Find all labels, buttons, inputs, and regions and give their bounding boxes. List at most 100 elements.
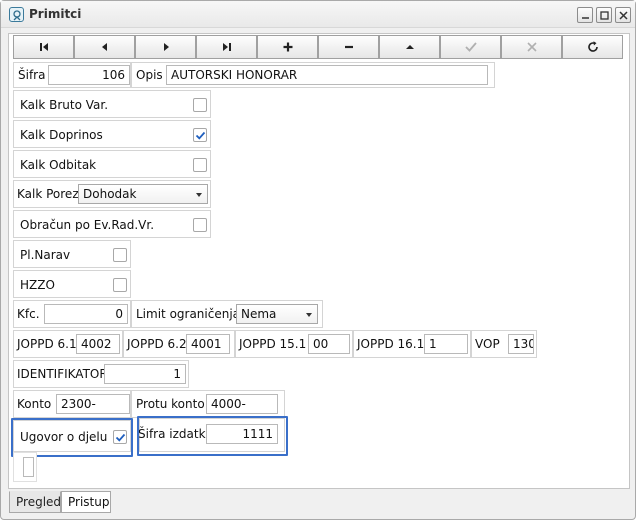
cancel-record-button[interactable] (501, 35, 562, 59)
empty-cell (13, 452, 37, 482)
hzzo-cell: HZZO (13, 270, 131, 298)
add-record-button[interactable] (257, 35, 318, 59)
minus-icon (344, 45, 353, 49)
joppd-61-label: JOPPD 6.1 (17, 337, 77, 351)
form-panel: Šifra 106 Opis AUTORSKI HONORAR Kalk Bru… (8, 33, 630, 489)
refresh-icon (587, 41, 598, 52)
sifra-izdatka-highlight (137, 416, 288, 456)
kalk-odbitak-cell: Kalk Odbitak (13, 150, 211, 178)
delete-record-button[interactable] (318, 35, 379, 59)
post-record-button[interactable] (440, 35, 501, 59)
konto-cell: Konto 2300- (13, 390, 131, 418)
empty-control[interactable] (23, 457, 34, 477)
joppd-161-cell: JOPPD 16.1 1 (353, 330, 471, 358)
protu-konto-label: Protu konto (136, 397, 205, 411)
joppd-62-label: JOPPD 6.2 (127, 337, 187, 351)
kalk-doprinos-cell: Kalk Doprinos (13, 120, 211, 148)
sifra-field[interactable]: 106 (48, 65, 130, 85)
kalk-odbitak-label: Kalk Odbitak (20, 158, 97, 172)
app-icon (9, 7, 24, 22)
kalk-porez-cell: Kalk Porez Dohodak (13, 180, 211, 208)
kfc-field[interactable]: 0 (44, 304, 128, 324)
sifra-cell: Šifra 106 (13, 62, 131, 88)
kalk-bruto-checkbox[interactable] (193, 98, 207, 112)
opis-cell: Opis AUTORSKI HONORAR (131, 62, 495, 88)
refresh-button[interactable] (562, 35, 623, 59)
obracun-label: Obračun po Ev.Rad.Vr. (20, 218, 155, 232)
minimize-icon (582, 17, 589, 19)
app-window: Primitci Šifra 106 Opis AUTORSKI HONORAR… (0, 0, 636, 520)
joppd-151-cell: JOPPD 15.1 00 (235, 330, 353, 358)
limit-value: Nema (241, 307, 277, 321)
joppd-61-field[interactable]: 4002 (76, 334, 120, 354)
pl-narav-checkbox[interactable] (113, 248, 127, 262)
edit-record-button[interactable] (379, 35, 440, 59)
joppd-62-cell: JOPPD 6.2 4001 (123, 330, 235, 358)
prev-record-button[interactable] (74, 35, 135, 59)
identifikator-field[interactable]: 1 (104, 364, 186, 384)
kalk-bruto-label: Kalk Bruto Var. (20, 98, 109, 112)
opis-field[interactable]: AUTORSKI HONORAR (166, 65, 488, 85)
plus-icon (283, 42, 292, 52)
identifikator-cell: IDENTIFIKATOR 1 (13, 360, 189, 388)
kalk-doprinos-label: Kalk Doprinos (20, 128, 103, 142)
joppd-61-cell: JOPPD 6.1 4002 (13, 330, 123, 358)
joppd-161-field[interactable]: 1 (424, 334, 468, 354)
tab-pristup-label: Pristup (68, 495, 110, 509)
skip-first-icon (39, 43, 48, 51)
first-record-button[interactable] (13, 35, 74, 59)
triangle-up-icon (405, 45, 414, 49)
title-bar: Primitci (1, 1, 635, 28)
obracun-checkbox[interactable] (193, 218, 207, 232)
pl-narav-cell: Pl.Narav (13, 240, 131, 268)
kalk-porez-select[interactable]: Dohodak (78, 184, 208, 204)
next-icon (163, 43, 169, 51)
vop-field[interactable]: 130 (508, 334, 534, 354)
limit-label: Limit ograničenja (136, 307, 241, 321)
kalk-bruto-cell: Kalk Bruto Var. (13, 90, 211, 118)
vop-label: VOP (475, 337, 500, 351)
identifikator-label: IDENTIFIKATOR (17, 367, 108, 381)
konto-field[interactable]: 2300- (56, 394, 130, 414)
chevron-down-icon (306, 313, 312, 317)
kfc-label: Kfc. (17, 307, 40, 321)
hzzo-label: HZZO (20, 278, 55, 292)
tab-pristup[interactable]: Pristup (61, 491, 111, 513)
joppd-151-field[interactable]: 00 (308, 334, 350, 354)
maximize-button[interactable] (596, 7, 612, 23)
tab-pregled[interactable]: Pregled (9, 491, 61, 513)
minimize-button[interactable] (577, 7, 593, 23)
sifra-label: Šifra (18, 68, 46, 82)
kalk-porez-value: Dohodak (83, 187, 137, 201)
close-icon (619, 11, 628, 20)
skip-last-icon (222, 43, 231, 51)
prev-icon (101, 43, 107, 51)
joppd-62-field[interactable]: 4001 (186, 334, 230, 354)
kalk-odbitak-checkbox[interactable] (193, 158, 207, 172)
protu-konto-cell: Protu konto 4000- (131, 390, 285, 418)
joppd-151-label: JOPPD 15.1 (239, 337, 307, 351)
opis-label: Opis (136, 68, 163, 82)
joppd-161-label: JOPPD 16.1 (357, 337, 425, 351)
hzzo-checkbox[interactable] (113, 278, 127, 292)
next-record-button[interactable] (135, 35, 196, 59)
checkmark-icon (464, 42, 477, 52)
maximize-icon (600, 11, 609, 20)
konto-label: Konto (17, 397, 52, 411)
tab-pregled-label: Pregled (16, 495, 62, 509)
last-record-button[interactable] (196, 35, 257, 59)
pl-narav-label: Pl.Narav (20, 248, 71, 262)
vop-cell: VOP 130 (471, 330, 537, 358)
limit-select[interactable]: Nema (236, 304, 318, 324)
chevron-down-icon (196, 193, 202, 197)
protu-konto-field[interactable]: 4000- (206, 394, 278, 414)
navigator-toolbar (13, 34, 628, 60)
limit-cell: Limit ograničenja Nema (131, 300, 323, 328)
close-button[interactable] (615, 7, 631, 23)
kfc-cell: Kfc. 0 (13, 300, 131, 328)
kalk-doprinos-checkbox[interactable] (193, 128, 207, 142)
kalk-porez-label: Kalk Porez (17, 187, 79, 201)
window-title: Primitci (29, 7, 82, 21)
x-icon (526, 42, 537, 52)
obracun-cell: Obračun po Ev.Rad.Vr. (13, 210, 211, 238)
